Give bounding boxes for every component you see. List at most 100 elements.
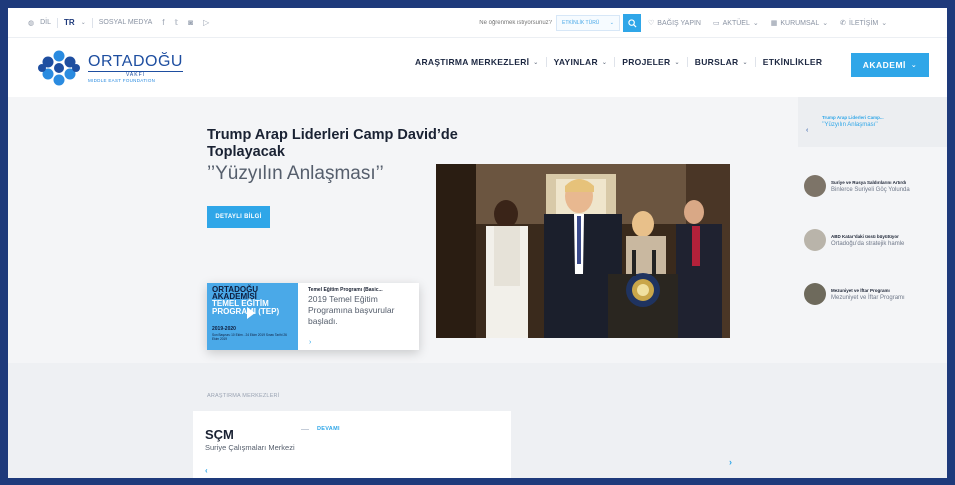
news-slider-item[interactable]: Suriye ve Rusya Saldırılarını Artırdı Bi… [804, 175, 944, 197]
language-label: DİL [40, 19, 52, 26]
news-item-subtitle: Ortadoğu’da stratejik hamle [831, 240, 905, 247]
chevron-down-icon: ⌄ [609, 20, 614, 26]
hero-photo-illustration [436, 164, 730, 338]
divider [91, 17, 93, 28]
language-selector[interactable]: TR [64, 18, 75, 27]
event-type-select-label: ETKİNLİK TÜRÜ [562, 20, 600, 26]
promo-card[interactable]: ORTADOĞU AKADEMİSİ TEMEL EĞİTİM PROGRAMI… [207, 283, 419, 350]
chevron-left-icon[interactable]: ‹ [806, 127, 808, 134]
logo-sub: VAKFI [88, 70, 183, 78]
news-slider-item[interactable]: Mezuniyet ve İftar Programı Mezuniyet ve… [804, 283, 944, 305]
news-slider-item[interactable]: ABD Katar’daki üssü büyütüyor Ortadoğu’d… [804, 229, 944, 251]
promo-image-year: 2019-2020 [212, 326, 236, 332]
details-button[interactable]: DETAYLI BİLGİ [207, 206, 270, 228]
top-bar-right: ♡ BAĞIŞ YAPIN ▭ AKTÜEL ⌄ ▦ KURUMSAL ⌄ ✆ İLETİŞ… [648, 8, 887, 38]
corporate-label: KURUMSAL [780, 19, 820, 27]
search-icon [627, 18, 637, 28]
tv-icon: ▭ [712, 20, 720, 27]
hero-image[interactable] [436, 164, 730, 338]
divider [57, 17, 59, 28]
browser-page: ◍ DİL TR ⌄ SOSYAL MEDYA f 𝕥 ◙ ▷ ETKİNLİK… [8, 8, 947, 478]
twitter-icon[interactable]: 𝕥 [175, 18, 179, 27]
chevron-down-icon: ⌄ [533, 59, 539, 66]
research-center-abbr: SÇM [205, 427, 234, 442]
main-nav: ARAŞTIRMA MERKEZLERİ ⌄ YAYINLAR ⌄ PROJELER… [408, 57, 829, 67]
promo-image-details: Son Başvuru 10 Ekim - 24 Ekim 2019 Sınav… [212, 333, 287, 341]
news-item-title: ABD Katar’daki üssü büyütüyor [831, 233, 899, 239]
research-center-name: Suriye Çalışmaları Merkezi [205, 443, 295, 452]
promo-body: 2019 Temel Eğitim Programına başvurular … [308, 294, 395, 326]
nav-item-events[interactable]: ETKİNLİKLER [756, 57, 830, 67]
youtube-icon[interactable]: ▷ [203, 18, 209, 27]
news-item-thumbnail [804, 229, 826, 251]
nav-item-projects[interactable]: PROJELER ⌄ [615, 57, 687, 67]
research-center-card[interactable]: SÇM Suriye Çalışmaları Merkezi DEVAMI ‹ [193, 411, 511, 478]
news-item-text: Trump Arap Liderleri Camp... ’’Yüzyılın … [822, 115, 884, 128]
nav-label: AKADEMİ [862, 60, 906, 70]
logo-tagline: MIDDLE EAST FOUNDATION [88, 77, 156, 83]
chevron-down-icon: ⌄ [822, 20, 829, 27]
news-slider-item[interactable]: Trump Arap Liderleri Camp... ’’Yüzyılın … [822, 115, 947, 128]
logo-mark-icon [38, 50, 80, 86]
contact-menu[interactable]: ✆ İLETİŞİM ⌄ [840, 19, 888, 28]
news-item-subtitle: Mezuniyet ve İftar Programı [831, 294, 905, 301]
news-item-title: Mezuniyet ve İftar Programı [831, 287, 890, 293]
chevron-right-icon[interactable]: › [309, 339, 311, 346]
heart-icon: ♡ [648, 20, 655, 27]
promo-thumbnail[interactable]: ORTADOĞU AKADEMİSİ TEMEL EĞİTİM PROGRAMI… [207, 283, 298, 350]
social-links: f 𝕥 ◙ ▷ [162, 18, 209, 27]
logo-text: ORTADOĞU VAKFI MIDDLE EAST FOUNDATION [88, 52, 183, 83]
top-bar-left: ◍ DİL TR ⌄ SOSYAL MEDYA f 𝕥 ◙ ▷ [8, 17, 209, 28]
nav-label: BURSLAR [694, 57, 739, 67]
promo-text: Temel Eğitim Programı (Basic... 2019 Tem… [308, 287, 414, 327]
globe-icon: ◍ [28, 19, 35, 27]
chevron-down-icon: ⌄ [742, 59, 748, 66]
search-button[interactable] [623, 14, 641, 32]
news-item-text: Suriye ve Rusya Saldırılarını Artırdı Bi… [831, 180, 910, 193]
play-icon [247, 307, 255, 319]
chevron-down-icon: ⌄ [752, 20, 759, 27]
facebook-icon[interactable]: f [162, 18, 164, 27]
more-link[interactable]: DEVAMI [317, 426, 340, 432]
news-item-text: Mezuniyet ve İftar Programı Mezuniyet ve… [831, 288, 905, 301]
chevron-left-icon[interactable]: ‹ [205, 466, 208, 475]
news-item-thumbnail [804, 175, 826, 197]
contact-label: İLETİŞİM [849, 19, 879, 27]
event-type-select[interactable]: ETKİNLİK TÜRÜ ⌄ [556, 15, 620, 31]
top-bar: ◍ DİL TR ⌄ SOSYAL MEDYA f 𝕥 ◙ ▷ ETKİNLİK… [8, 8, 947, 38]
main-header: ORTADOĞU VAKFI MIDDLE EAST FOUNDATION AR… [8, 39, 947, 97]
instagram-icon[interactable]: ◙ [188, 18, 193, 27]
donate-link[interactable]: ♡ BAĞIŞ YAPIN [648, 19, 701, 28]
corporate-menu[interactable]: ▦ KURUMSAL ⌄ [770, 19, 829, 28]
news-item-subtitle: ’’Yüzyılın Anlaşması’’ [822, 122, 878, 128]
nav-item-scholarships[interactable]: BURSLAR ⌄ [688, 57, 755, 67]
news-item-thumbnail [804, 283, 826, 305]
chevron-down-icon: ⌄ [674, 59, 680, 66]
promo-image-title: ORTADOĞU AKADEMİSİ [212, 285, 259, 301]
phone-icon: ✆ [840, 20, 846, 27]
hero-title: Trump Arap Liderleri Camp David’de Topla… [207, 127, 458, 160]
news-item-title: Trump Arap Liderleri Camp... [822, 115, 884, 120]
research-centers-section: ARAŞTIRMA MERKEZLERİ SÇM Suriye Çalışmal… [8, 363, 947, 478]
nav-label: YAYINLAR [553, 57, 598, 67]
chevron-right-icon[interactable]: › [729, 457, 732, 467]
building-icon: ▦ [770, 20, 778, 27]
logo-name: ORTADOĞU [88, 52, 183, 70]
news-item-subtitle: Binlerce Suriyeli Göç Yolunda [831, 186, 910, 193]
chevron-down-icon: ⌄ [881, 20, 888, 27]
chevron-down-icon: ⌄ [910, 62, 918, 69]
news-item-title: Suriye ve Rusya Saldırılarını Artırdı [831, 179, 907, 185]
hero-section: Trump Arap Liderleri Camp David’de Topla… [8, 97, 947, 363]
divider [301, 429, 309, 430]
nav-item-research-centers[interactable]: ARAŞTIRMA MERKEZLERİ ⌄ [408, 57, 546, 67]
nav-item-publications[interactable]: YAYINLAR ⌄ [547, 57, 615, 67]
current-menu[interactable]: ▭ AKTÜEL ⌄ [712, 19, 759, 28]
promo-image-program: TEMEL EĞİTİM PROGRAMI (TEP) [212, 299, 280, 316]
donate-label: BAĞIŞ YAPIN [657, 19, 701, 27]
search-input[interactable] [388, 15, 556, 31]
site-logo[interactable]: ORTADOĞU VAKFI MIDDLE EAST FOUNDATION [38, 49, 183, 87]
nav-label: PROJELER [622, 57, 671, 67]
nav-item-academy[interactable]: AKADEMİ ⌄ [851, 53, 929, 77]
promo-title: Temel Eğitim Programı (Basic... [308, 287, 383, 293]
chevron-down-icon: ⌄ [601, 59, 608, 66]
